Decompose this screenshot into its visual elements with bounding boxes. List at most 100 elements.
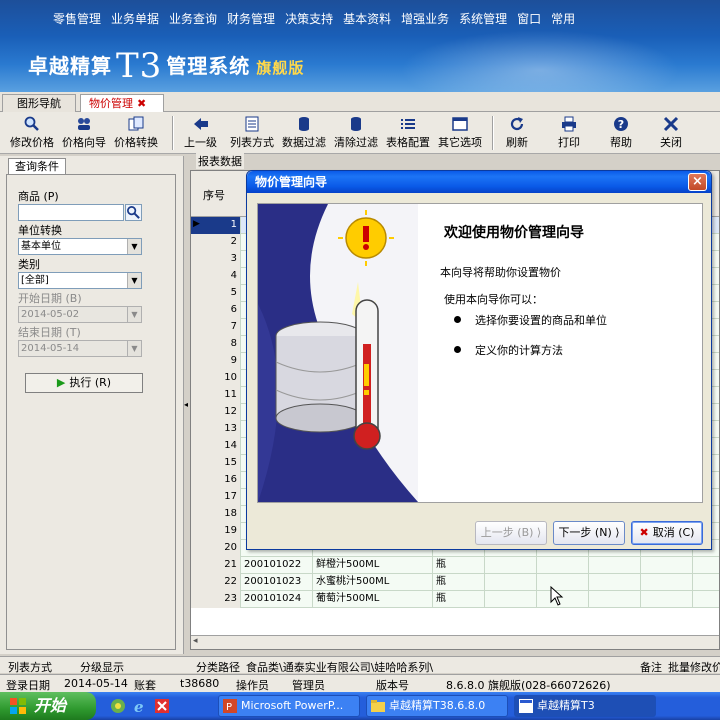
table-cell[interactable]: 水蜜桃汁500ML xyxy=(313,574,433,591)
table-cell[interactable]: 17 xyxy=(191,489,241,506)
quicklaunch-tool-icon[interactable] xyxy=(154,698,170,714)
horizontal-scrollbar[interactable]: ◂ xyxy=(191,635,719,649)
table-row[interactable]: 21 200101022 鲜橙汁500ML 瓶 xyxy=(191,557,719,574)
table-cell[interactable]: 20 xyxy=(191,540,241,557)
menu-enhanced[interactable]: 增强业务 xyxy=(396,10,454,27)
ie-icon[interactable]: e xyxy=(132,698,148,714)
status-level-display[interactable]: 分级显示 xyxy=(80,659,124,675)
up-level-button[interactable]: 上一级 xyxy=(184,116,217,150)
tab-price-management[interactable]: 物价管理 ✖ xyxy=(80,94,164,112)
taskbar-item-t3-folder[interactable]: 卓越精算T38.6.8.0 xyxy=(366,695,508,717)
modify-price-button[interactable]: 修改价格 xyxy=(10,116,54,150)
table-cell[interactable] xyxy=(485,591,537,608)
taskbar-item-powerpoint[interactable]: P Microsoft PowerP... xyxy=(218,695,360,717)
menu-retail[interactable]: 零售管理 xyxy=(48,10,106,27)
menu-business-query[interactable]: 业务查询 xyxy=(164,10,222,27)
table-cell[interactable]: 葡萄汁500ML xyxy=(313,591,433,608)
close-icon[interactable]: ✖ xyxy=(137,97,146,110)
table-cell[interactable]: 8 xyxy=(191,336,241,353)
price-wizard-button[interactable]: 价格向导 xyxy=(62,116,106,150)
table-cell[interactable] xyxy=(589,574,641,591)
col-header-seq[interactable]: 序号 xyxy=(203,187,225,203)
table-cell[interactable] xyxy=(641,591,693,608)
chevron-down-icon[interactable]: ▼ xyxy=(127,239,141,254)
category-select[interactable]: [全部] ▼ xyxy=(18,272,142,289)
table-row[interactable]: 23 200101024 葡萄汁500ML 瓶 xyxy=(191,591,719,608)
table-cell[interactable]: 瓶 xyxy=(433,574,485,591)
refresh-button[interactable]: 刷新 xyxy=(506,116,528,150)
execute-button[interactable]: ▶ 执行 (R) xyxy=(25,373,143,393)
menu-finance[interactable]: 财务管理 xyxy=(222,10,280,27)
table-cell[interactable] xyxy=(589,591,641,608)
table-row[interactable]: 22 200101023 水蜜桃汁500ML 瓶 xyxy=(191,574,719,591)
table-cell[interactable]: 22 xyxy=(191,574,241,591)
menu-decision[interactable]: 决策支持 xyxy=(280,10,338,27)
chevron-down-icon[interactable]: ▼ xyxy=(127,273,141,288)
table-cell[interactable]: 200101023 xyxy=(241,574,313,591)
table-cell[interactable]: 11 xyxy=(191,387,241,404)
status-list-mode[interactable]: 列表方式 xyxy=(8,659,52,675)
table-cell[interactable]: 200101022 xyxy=(241,557,313,574)
table-cell[interactable]: 16 xyxy=(191,472,241,489)
query-tab[interactable]: 查询条件 xyxy=(8,158,66,174)
dialog-title[interactable]: 物价管理向导 xyxy=(247,171,711,193)
close-icon[interactable]: × xyxy=(688,173,707,191)
cancel-label: 取消 (C) xyxy=(652,526,695,539)
menu-window[interactable]: 窗口 xyxy=(512,10,546,27)
table-cell[interactable]: 13 xyxy=(191,421,241,438)
table-cell[interactable]: 19 xyxy=(191,523,241,540)
print-button[interactable]: 打印 xyxy=(558,116,580,150)
table-cell[interactable] xyxy=(641,574,693,591)
table-cell[interactable]: 23 xyxy=(191,591,241,608)
table-cell[interactable]: 瓶 xyxy=(433,591,485,608)
table-cell[interactable] xyxy=(641,557,693,574)
taskbar-item-t3-app[interactable]: 卓越精算T3 xyxy=(514,695,656,717)
product-label: 商品 (P) xyxy=(18,190,59,203)
next-button[interactable]: 下一步 (N) ⟩ xyxy=(553,521,625,545)
table-cell[interactable] xyxy=(485,574,537,591)
menu-system[interactable]: 系统管理 xyxy=(454,10,512,27)
table-cell[interactable]: 4 xyxy=(191,268,241,285)
cancel-button[interactable]: ✖ 取消 (C) xyxy=(631,521,703,545)
start-button[interactable]: 开始 xyxy=(0,692,96,720)
table-cell[interactable] xyxy=(485,557,537,574)
table-cell[interactable]: 9 xyxy=(191,353,241,370)
table-cell[interactable] xyxy=(537,557,589,574)
table-cell[interactable]: 10 xyxy=(191,370,241,387)
table-cell[interactable] xyxy=(589,557,641,574)
unit-select[interactable]: 基本单位 ▼ xyxy=(18,238,142,255)
table-config-button[interactable]: 表格配置 xyxy=(386,116,430,150)
clear-filter-button[interactable]: 清除过滤 xyxy=(334,116,378,150)
collapse-arrow-icon[interactable]: ◂ xyxy=(184,400,188,409)
price-convert-button[interactable]: 价格转换 xyxy=(114,116,158,150)
list-mode-button[interactable]: 列表方式 xyxy=(230,116,274,150)
other-options-button[interactable]: 其它选项 xyxy=(438,116,482,150)
table-cell[interactable]: 21 xyxy=(191,557,241,574)
menu-common[interactable]: 常用 xyxy=(546,10,580,27)
menu-basic-data[interactable]: 基本资料 xyxy=(338,10,396,27)
quicklaunch-app-icon[interactable] xyxy=(110,698,126,714)
close-button[interactable]: 关闭 xyxy=(660,116,682,150)
table-cell[interactable]: 7 xyxy=(191,319,241,336)
table-cell[interactable]: 6 xyxy=(191,302,241,319)
table-cell[interactable]: 15 xyxy=(191,455,241,472)
menu-business-docs[interactable]: 业务单据 xyxy=(106,10,164,27)
table-cell[interactable]: 2 xyxy=(191,234,241,251)
table-cell[interactable]: 5 xyxy=(191,285,241,302)
prev-button[interactable]: 上一步 (B) ⟩ xyxy=(475,521,547,545)
table-cell[interactable]: 18 xyxy=(191,506,241,523)
table-cell[interactable]: 12 xyxy=(191,404,241,421)
scroll-left-icon[interactable]: ◂ xyxy=(193,636,198,646)
status-batch[interactable]: 批量修改价 xyxy=(668,659,720,675)
table-cell[interactable]: 14 xyxy=(191,438,241,455)
product-search-button[interactable] xyxy=(125,204,142,221)
login-date-label: 登录日期 xyxy=(6,679,50,692)
data-filter-button[interactable]: 数据过滤 xyxy=(282,116,326,150)
help-button[interactable]: ? 帮助 xyxy=(610,116,632,150)
table-cell[interactable]: 鲜橙汁500ML xyxy=(313,557,433,574)
table-cell[interactable]: 3 xyxy=(191,251,241,268)
table-cell[interactable]: 200101024 xyxy=(241,591,313,608)
product-input[interactable] xyxy=(18,204,124,221)
tab-graphic-nav[interactable]: 图形导航 xyxy=(2,94,76,112)
table-cell[interactable]: 瓶 xyxy=(433,557,485,574)
